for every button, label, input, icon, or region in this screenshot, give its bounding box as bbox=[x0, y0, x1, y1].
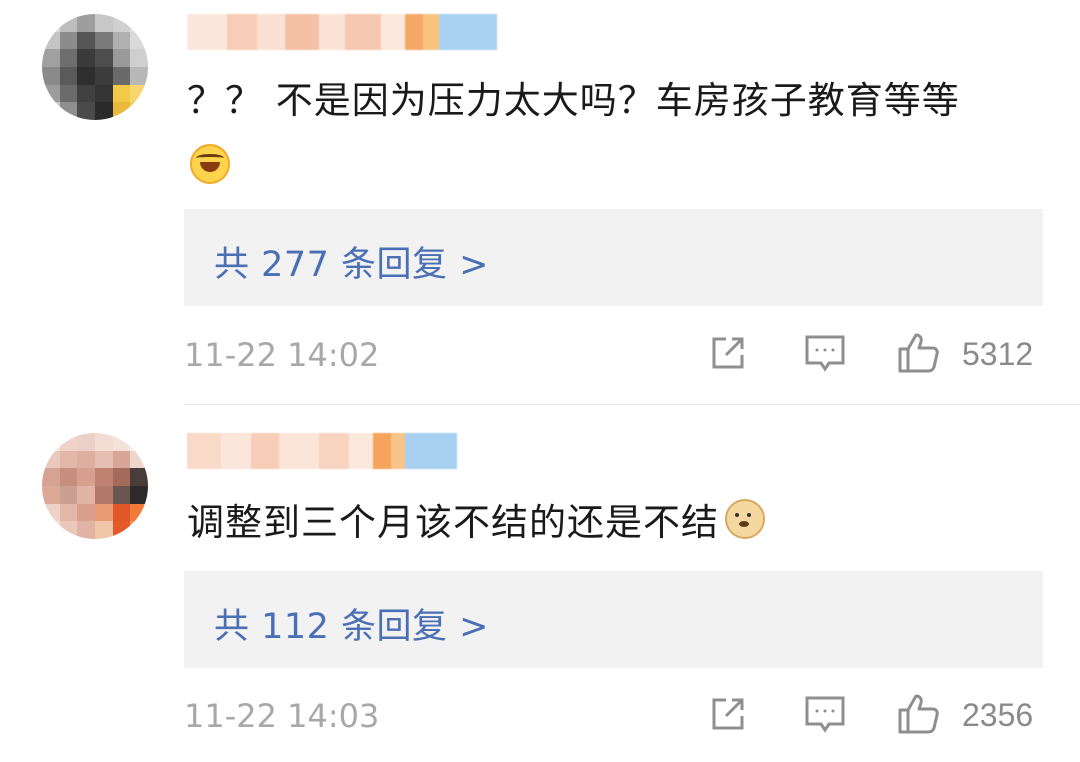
like-count: 2356 bbox=[962, 697, 1034, 733]
avatar[interactable] bbox=[42, 14, 148, 120]
doge-emoji bbox=[725, 499, 765, 539]
comment-text: 调整到三个月该不结的还是不结 bbox=[187, 498, 765, 548]
timestamp: 11-22 14:03 bbox=[184, 697, 380, 735]
comment-item: ？？ 不是因为压力太大吗？车房孩子教育等等 共 277 条回复 > 11-22 … bbox=[0, 0, 1080, 405]
laughing-crying-emoji bbox=[190, 144, 230, 184]
share-button[interactable] bbox=[704, 330, 752, 378]
like-button[interactable]: 5312 bbox=[896, 330, 1044, 378]
share-icon bbox=[712, 337, 744, 368]
comment-icon bbox=[805, 335, 845, 372]
like-count: 5312 bbox=[962, 336, 1034, 372]
share-button[interactable] bbox=[704, 691, 752, 739]
replies-label: 共 277 条回复 > bbox=[214, 245, 490, 285]
view-replies-button[interactable]: 共 112 条回复 > bbox=[184, 571, 1043, 668]
comment-meta: 11-22 14:03 2356 bbox=[184, 691, 1043, 741]
timestamp: 11-22 14:02 bbox=[184, 336, 380, 374]
comment-item: 调整到三个月该不结的还是不结 共 112 条回复 > 11-22 14:03 2… bbox=[0, 405, 1080, 762]
share-icon bbox=[712, 698, 744, 729]
comment-list: ？？ 不是因为压力太大吗？车房孩子教育等等 共 277 条回复 > 11-22 … bbox=[0, 0, 1080, 762]
username-blurred[interactable] bbox=[187, 433, 457, 469]
thumbs-up-icon bbox=[898, 333, 939, 372]
like-button[interactable]: 2356 bbox=[896, 691, 1044, 739]
view-replies-button[interactable]: 共 277 条回复 > bbox=[184, 209, 1043, 306]
avatar[interactable] bbox=[42, 433, 148, 539]
username-blurred[interactable] bbox=[187, 14, 497, 50]
comment-icon bbox=[805, 696, 845, 733]
comment-text: ？？ 不是因为压力太大吗？车房孩子教育等等 bbox=[187, 79, 960, 122]
replies-label: 共 112 条回复 > bbox=[214, 607, 490, 647]
comment-button[interactable] bbox=[801, 330, 849, 378]
comment-text-content: 调整到三个月该不结的还是不结 bbox=[187, 501, 719, 544]
comment-button[interactable] bbox=[801, 691, 849, 739]
thumbs-up-icon bbox=[898, 694, 939, 733]
comment-meta: 11-22 14:02 5312 bbox=[184, 330, 1043, 380]
